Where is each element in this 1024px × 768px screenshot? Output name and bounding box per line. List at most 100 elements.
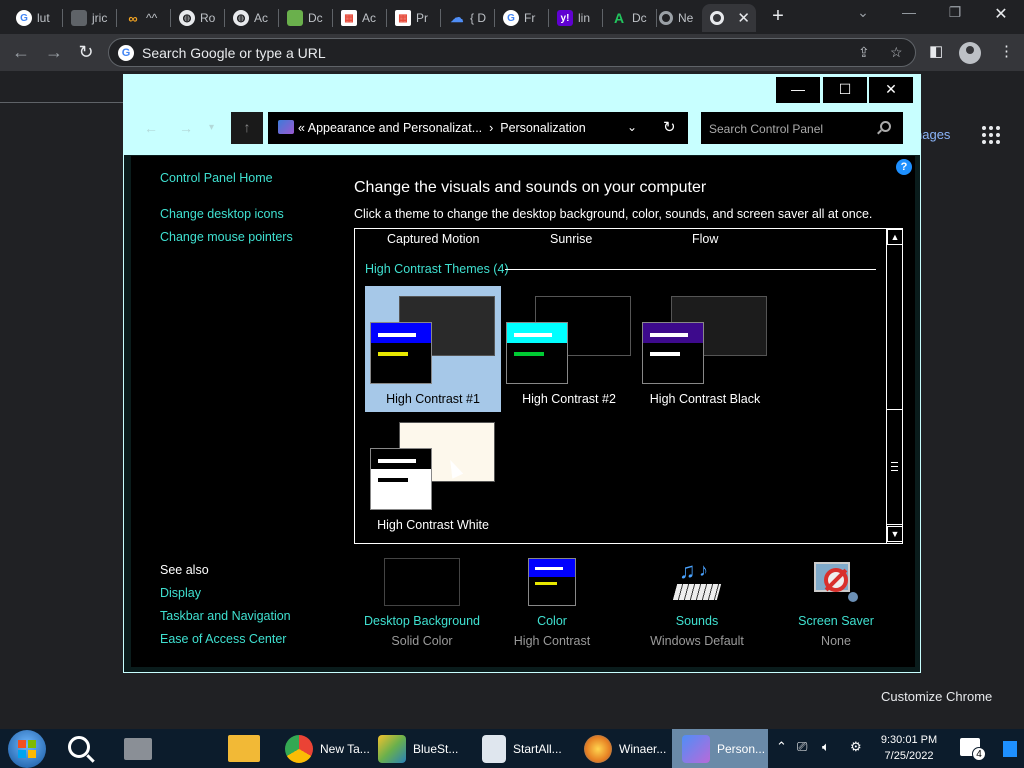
browser-tab[interactable]: jric: [63, 4, 115, 32]
start-button[interactable]: [8, 730, 46, 768]
action-center-icon[interactable]: ⚙︎: [850, 739, 862, 755]
theme-list: Captured Motion Sunrise Flow High Contra…: [354, 228, 903, 544]
reload-icon[interactable]: ↻: [74, 41, 98, 65]
share-icon[interactable]: ⇪: [858, 44, 870, 61]
omnibox-placeholder: Search Google or type a URL: [142, 45, 326, 61]
browser-tab[interactable]: ▦ Ac: [333, 4, 385, 32]
google-apps-icon[interactable]: [982, 126, 1000, 144]
taskbar-app-personalization[interactable]: Person...: [672, 729, 768, 768]
theme-captured-motion[interactable]: Captured Motion: [387, 232, 479, 246]
theme-high-contrast-1[interactable]: High Contrast #1: [365, 286, 501, 412]
browser-tab[interactable]: ▦ Pr: [387, 4, 439, 32]
control-panel-content: ? Control Panel Home Change desktop icon…: [131, 156, 915, 667]
browser-tab-active[interactable]: ✕: [702, 4, 756, 32]
group-heading: High Contrast Themes (4): [365, 262, 509, 276]
theme-flow[interactable]: Flow: [692, 232, 718, 246]
color-setting[interactable]: Color High Contrast: [502, 558, 602, 648]
help-icon[interactable]: ?: [896, 159, 912, 175]
theme-sunrise[interactable]: Sunrise: [550, 232, 592, 246]
close-icon[interactable]: ✕: [869, 77, 913, 103]
browser-tab[interactable]: G Fr: [495, 4, 547, 32]
maximize-icon[interactable]: ☐: [823, 77, 867, 103]
control-panel-home-link[interactable]: Control Panel Home: [160, 171, 273, 185]
doc-icon: ▦: [341, 10, 357, 26]
taskbar-app-chrome[interactable]: New Ta...: [275, 729, 370, 768]
up-arrow-icon[interactable]: ↑: [231, 112, 263, 144]
browser-tab[interactable]: Dc: [279, 4, 331, 32]
back-icon[interactable]: ←: [144, 120, 158, 136]
yahoo-icon: y!: [557, 10, 573, 26]
browser-tab[interactable]: ◍ Ro: [171, 4, 223, 32]
chrome-icon: [710, 11, 724, 25]
search-control-panel-input[interactable]: Search Control Panel: [701, 112, 903, 144]
browser-tab[interactable]: ◍ Ac: [225, 4, 277, 32]
taskbar-app-startallback[interactable]: StartAll...: [472, 729, 572, 768]
close-window-icon[interactable]: ✕: [986, 4, 1016, 24]
notification-count-badge: 4: [972, 747, 986, 761]
page-title: Change the visuals and sounds on your co…: [354, 179, 707, 196]
taskbar-app-winaero[interactable]: Winaer...: [574, 729, 672, 768]
browser-tab[interactable]: A Dc: [603, 4, 655, 32]
bookmark-star-icon[interactable]: ☆: [890, 44, 903, 61]
side-panel-icon[interactable]: ◧: [929, 42, 943, 60]
browser-tab[interactable]: ☁{ D: [441, 4, 493, 32]
close-tab-icon[interactable]: ✕: [737, 9, 750, 27]
page-divider: [0, 102, 124, 103]
search-icon[interactable]: [880, 121, 891, 132]
minimize-icon[interactable]: —: [776, 77, 820, 103]
ease-of-access-link[interactable]: Ease of Access Center: [160, 632, 286, 646]
browser-tab[interactable]: ∞ ^^: [117, 4, 169, 32]
color-thumbnail: [528, 558, 576, 606]
show-desktop-button[interactable]: [1003, 741, 1017, 757]
refresh-icon[interactable]: ↻: [663, 118, 676, 136]
forward-icon[interactable]: →: [179, 120, 193, 136]
forward-icon[interactable]: →: [42, 41, 66, 65]
desktop-background-setting[interactable]: Desktop Background Solid Color: [357, 558, 487, 648]
a-icon: A: [613, 10, 625, 26]
profile-avatar[interactable]: [959, 42, 981, 64]
display-link[interactable]: Display: [160, 586, 201, 600]
menu-icon[interactable]: ⋮: [999, 42, 1014, 60]
scroll-thumb[interactable]: [887, 409, 903, 525]
recent-pages-icon[interactable]: ▾: [209, 122, 214, 133]
theme-high-contrast-white[interactable]: High Contrast White: [365, 412, 501, 538]
change-mouse-pointers-link[interactable]: Change mouse pointers: [160, 230, 293, 244]
infinity-icon: ∞: [128, 10, 138, 26]
volume-icon[interactable]: 🔈︎: [822, 739, 830, 755]
screen-saver-setting[interactable]: Screen Saver None: [786, 558, 886, 648]
address-bar[interactable]: « Appearance and Personalizat... › Perso…: [268, 112, 688, 144]
customize-chrome-button[interactable]: Customize Chrome: [881, 689, 992, 704]
scroll-up-icon[interactable]: ▲: [887, 229, 903, 245]
browser-tab[interactable]: y! lin: [549, 4, 601, 32]
change-desktop-icons-link[interactable]: Change desktop icons: [160, 207, 284, 221]
file-explorer-icon[interactable]: [228, 735, 260, 762]
network-icon[interactable]: ⎚: [797, 739, 807, 755]
omnibox[interactable]: G Search Google or type a URL ⇪ ☆: [108, 38, 916, 67]
minimize-icon[interactable]: —: [894, 4, 924, 20]
globe-icon: ◍: [233, 10, 249, 26]
taskbar-app-bluestacks[interactable]: BlueSt...: [368, 729, 468, 768]
scroll-down-icon[interactable]: ▼: [887, 526, 903, 542]
restore-icon[interactable]: ❐: [940, 4, 970, 21]
taskbar-navigation-link[interactable]: Taskbar and Navigation: [160, 609, 291, 623]
back-icon[interactable]: ←: [9, 41, 33, 65]
browser-toolbar: ← → ↻ G Search Google or type a URL ⇪ ☆ …: [0, 34, 1024, 71]
browser-tab[interactable]: Glut: [8, 4, 60, 32]
windows-taskbar: New Ta... BlueSt... StartAll... Winaer..…: [0, 729, 1024, 768]
task-view-icon[interactable]: [124, 738, 152, 760]
personalization-icon: [682, 734, 710, 763]
group-divider: [505, 269, 876, 270]
tab-search-icon[interactable]: ⌄: [848, 4, 878, 21]
sounds-setting[interactable]: ♫ ♪ Sounds Windows Default: [639, 558, 755, 648]
chevron-down-icon[interactable]: ⌄: [627, 120, 637, 134]
browser-tab[interactable]: Ne: [651, 4, 703, 32]
theme-high-contrast-black[interactable]: High Contrast Black: [637, 286, 773, 412]
theme-high-contrast-2[interactable]: High Contrast #2: [501, 286, 637, 412]
new-tab-button[interactable]: +: [767, 5, 789, 28]
google-icon: G: [16, 10, 32, 26]
theme-scrollbar[interactable]: ▲ ▼: [886, 229, 903, 543]
show-hidden-icons[interactable]: ⌃: [776, 739, 787, 755]
taskbar-clock[interactable]: 9:30:01 PM 7/25/2022: [874, 732, 944, 764]
chrome-icon: [659, 11, 673, 25]
see-also-heading: See also: [160, 563, 209, 577]
